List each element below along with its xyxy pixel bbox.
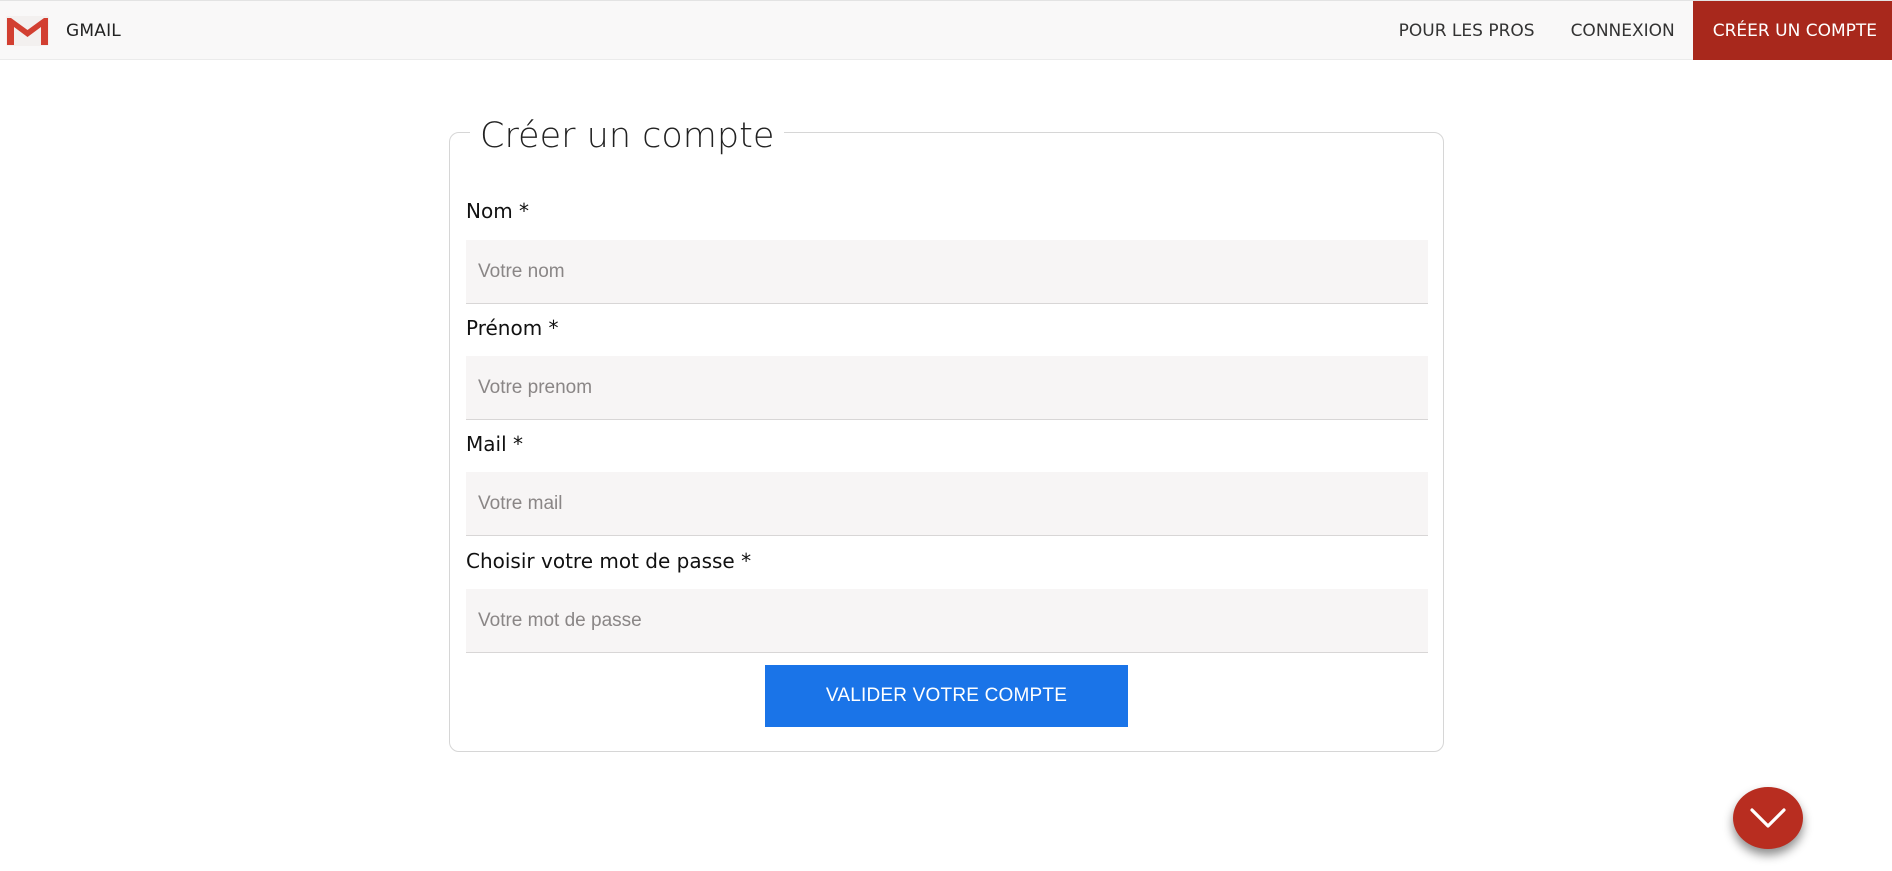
last-name-input[interactable]	[466, 240, 1428, 304]
first-name-label: Prénom *	[466, 316, 559, 340]
form-title: Créer un compte	[470, 113, 785, 159]
last-name-label: Nom *	[466, 199, 530, 223]
first-name-input[interactable]	[466, 356, 1428, 420]
brand-name: GMAIL	[66, 21, 121, 41]
chevron-down-icon	[1750, 808, 1786, 828]
password-label: Choisir votre mot de passe *	[466, 549, 752, 573]
password-input[interactable]	[466, 589, 1428, 653]
top-navbar: GMAIL POUR LES PROS CONNEXION CRÉER UN C…	[0, 0, 1892, 60]
nav-link-create-account[interactable]: CRÉER UN COMPTE	[1692, 1, 1892, 60]
email-label: Mail *	[466, 432, 523, 456]
gmail-logo-icon	[6, 16, 49, 46]
brand-link[interactable]: GMAIL	[5, 11, 121, 51]
email-input[interactable]	[466, 472, 1428, 536]
nav-link-pros[interactable]: POUR LES PROS	[1381, 1, 1553, 60]
submit-button[interactable]: VALIDER VOTRE COMPTE	[765, 665, 1128, 727]
nav-links: POUR LES PROS CONNEXION CRÉER UN COMPTE	[1381, 1, 1892, 60]
scroll-down-button[interactable]	[1733, 787, 1803, 849]
nav-link-login[interactable]: CONNEXION	[1553, 1, 1693, 60]
create-account-form: Créer un compte Nom * Prénom * Mail * Ch…	[449, 113, 1444, 752]
